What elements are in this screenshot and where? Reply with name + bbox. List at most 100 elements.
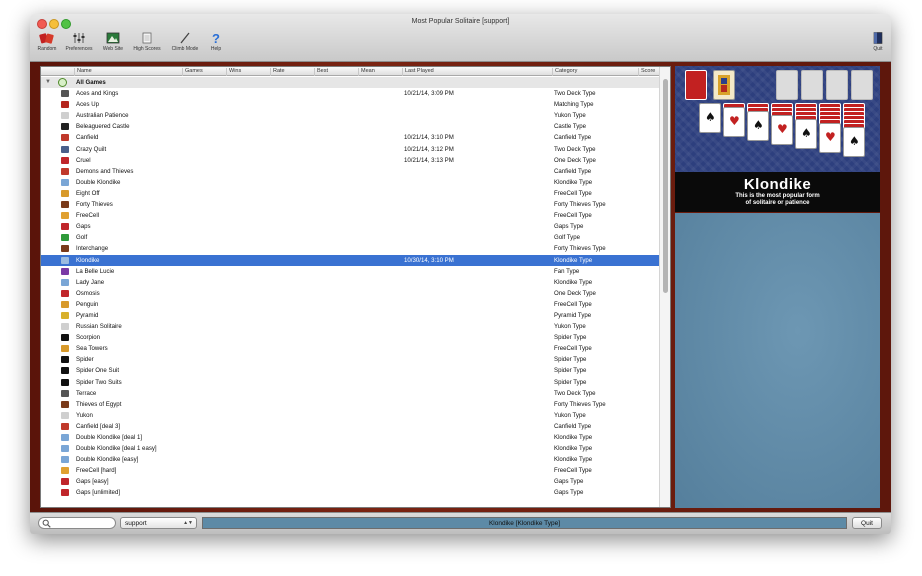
game-icon <box>61 300 69 308</box>
game-name: Sea Towers <box>76 345 108 353</box>
table-row[interactable]: Aces and Kings 10/21/14, 3:09 PM Two Deck … <box>41 88 661 99</box>
table-row[interactable]: Pyramid Pyramid Type <box>41 310 661 321</box>
game-icon <box>61 112 69 120</box>
table-row[interactable]: Thieves of Egypt Forty Thieves Type <box>41 399 661 410</box>
web-site-button[interactable]: Web Site <box>100 32 126 52</box>
table-row[interactable]: FreeCell [hard] FreeCell Type <box>41 465 661 476</box>
table-row[interactable]: Australian Patience Yukon Type <box>41 110 661 121</box>
foundation-slot-4 <box>851 70 873 100</box>
vertical-scrollbar[interactable] <box>659 67 670 507</box>
climb-mode-label: Climb Mode <box>171 46 199 52</box>
game-name: Spider Two Suits <box>76 378 122 386</box>
table-row[interactable]: Eight Off FreeCell Type <box>41 188 661 199</box>
game-name: Cruel <box>76 156 91 164</box>
table-row[interactable]: Gaps [unlimited] Gaps Type <box>41 487 661 498</box>
table-row[interactable]: Terrace Two Deck Type <box>41 388 661 399</box>
table-row[interactable]: Beleaguered Castle Castle Type <box>41 121 661 132</box>
table-row[interactable]: Spider One Suit Spider Type <box>41 365 661 376</box>
table-row[interactable]: Double Klondike [deal 1 easy] Klondike Ty… <box>41 443 661 454</box>
column-name[interactable]: Name <box>74 68 182 76</box>
table-row[interactable]: Gaps [easy] Gaps Type <box>41 476 661 487</box>
window-title: Most Popular Solitaire [support] <box>411 18 510 25</box>
game-category: Canfield Type <box>554 134 592 142</box>
table-row[interactable]: La Belle Lucie Fan Type <box>41 266 661 277</box>
preview-subtitle-line-2: of solitaire or patience <box>745 200 810 206</box>
game-name: Golf <box>76 234 88 242</box>
table-row[interactable]: Double Klondike [deal 1] Klondike Type <box>41 432 661 443</box>
game-name: Canfield <box>76 134 99 142</box>
quit-toolbar-button[interactable]: Quit <box>868 32 888 52</box>
table-row[interactable]: Canfield [deal 3] Canfield Type <box>41 421 661 432</box>
table-row[interactable]: Aces Up Matching Type <box>41 99 661 110</box>
table-row[interactable]: Spider Spider Type <box>41 354 661 365</box>
game-icon <box>61 467 69 475</box>
last-played: 10/21/14, 3:10 PM <box>404 134 454 142</box>
table-row[interactable]: FreeCell FreeCell Type <box>41 210 661 221</box>
high-scores-button[interactable]: High Scores <box>130 32 164 52</box>
search-icon <box>42 519 51 528</box>
group-row-all-games[interactable]: ▼ All Games <box>41 77 661 89</box>
game-name: Scorpion <box>76 334 101 342</box>
group-label: All Games <box>76 79 106 86</box>
column-score[interactable]: Score <box>638 68 661 76</box>
game-name: Gaps <box>76 223 91 231</box>
table-row[interactable]: Spider Two Suits Spider Type <box>41 377 661 388</box>
table-row[interactable]: Demons and Thieves Canfield Type <box>41 166 661 177</box>
table-row[interactable]: Sea Towers FreeCell Type <box>41 343 661 354</box>
tableau-face-card: ♠ <box>843 127 865 157</box>
scrollbar-thumb[interactable] <box>663 79 668 293</box>
game-name: Aces Up <box>76 101 100 109</box>
random-button[interactable]: Random <box>34 32 60 52</box>
game-category: Forty Thieves Type <box>554 400 606 408</box>
table-row[interactable]: Lady Jane Klondike Type <box>41 277 661 288</box>
table-row[interactable]: Interchange Forty Thieves Type <box>41 243 661 254</box>
game-icon <box>61 145 69 153</box>
disclosure-triangle-icon[interactable]: ▼ <box>45 79 51 85</box>
table-row[interactable]: Gaps Gaps Type <box>41 221 661 232</box>
game-name: Canfield [deal 3] <box>76 422 121 430</box>
quit-button[interactable]: Quit <box>852 517 882 529</box>
title-bar: Most Popular Solitaire [support] Random … <box>30 14 891 62</box>
table-row[interactable]: Crazy Quilt 10/21/14, 3:12 PM Two Deck Typ… <box>41 144 661 155</box>
table-row[interactable]: Golf Golf Type <box>41 232 661 243</box>
game-name: Beleaguered Castle <box>76 123 130 131</box>
table-row[interactable]: Yukon Yukon Type <box>41 410 661 421</box>
profile-popup[interactable]: support ▲▼ <box>120 517 197 529</box>
game-name: Yukon <box>76 411 93 419</box>
game-name: Eight Off <box>76 189 100 197</box>
table-row[interactable]: Klondike 10/30/14, 3:10 PM Klondike Type <box>41 254 661 266</box>
help-label: Help <box>210 46 222 52</box>
climb-mode-button[interactable]: Climb Mode <box>168 32 202 52</box>
table-row[interactable]: Cruel 10/21/14, 3:13 PM One Deck Type <box>41 155 661 166</box>
game-category: Canfield Type <box>554 422 592 430</box>
games-list[interactable]: Name Games Wins Rate Best Mean Last Play… <box>40 66 671 508</box>
table-row[interactable]: Forty Thieves Forty Thieves Type <box>41 199 661 210</box>
column-mean[interactable]: Mean <box>358 68 402 76</box>
game-name: Gaps [easy] <box>76 478 109 486</box>
table-row[interactable]: Osmosis One Deck Type <box>41 288 661 299</box>
game-icon <box>61 245 69 253</box>
preferences-button[interactable]: Preferences <box>62 32 96 52</box>
column-wins[interactable]: Wins <box>226 68 270 76</box>
table-row[interactable]: Russian Solitaire Yukon Type <box>41 321 661 332</box>
list-header: Name Games Wins Rate Best Mean Last Play… <box>41 67 661 76</box>
column-rate[interactable]: Rate <box>270 68 314 76</box>
game-icon <box>61 334 69 342</box>
table-row[interactable]: Double Klondike [easy] Klondike Type <box>41 454 661 465</box>
game-category: Gaps Type <box>554 223 584 231</box>
column-last-played[interactable]: Last Played <box>402 68 552 76</box>
table-row[interactable]: Double Klondike Klondike Type <box>41 177 661 188</box>
game-category: Two Deck Type <box>554 389 596 397</box>
column-best[interactable]: Best <box>314 68 358 76</box>
preview-subtitle-line-1: This is the most popular form <box>735 193 820 199</box>
last-played: 10/30/14, 3:10 PM <box>404 256 454 264</box>
table-row[interactable]: Canfield 10/21/14, 3:10 PM Canfield Type <box>41 132 661 143</box>
column-category[interactable]: Category <box>552 68 638 76</box>
table-row[interactable]: Penguin FreeCell Type <box>41 299 661 310</box>
search-field[interactable] <box>38 517 116 529</box>
game-category: Canfield Type <box>554 167 592 175</box>
foundation-slot-3 <box>826 70 848 100</box>
column-games[interactable]: Games <box>182 68 226 76</box>
table-row[interactable]: Scorpion Spider Type <box>41 332 661 343</box>
help-button[interactable]: ? Help <box>204 32 228 52</box>
